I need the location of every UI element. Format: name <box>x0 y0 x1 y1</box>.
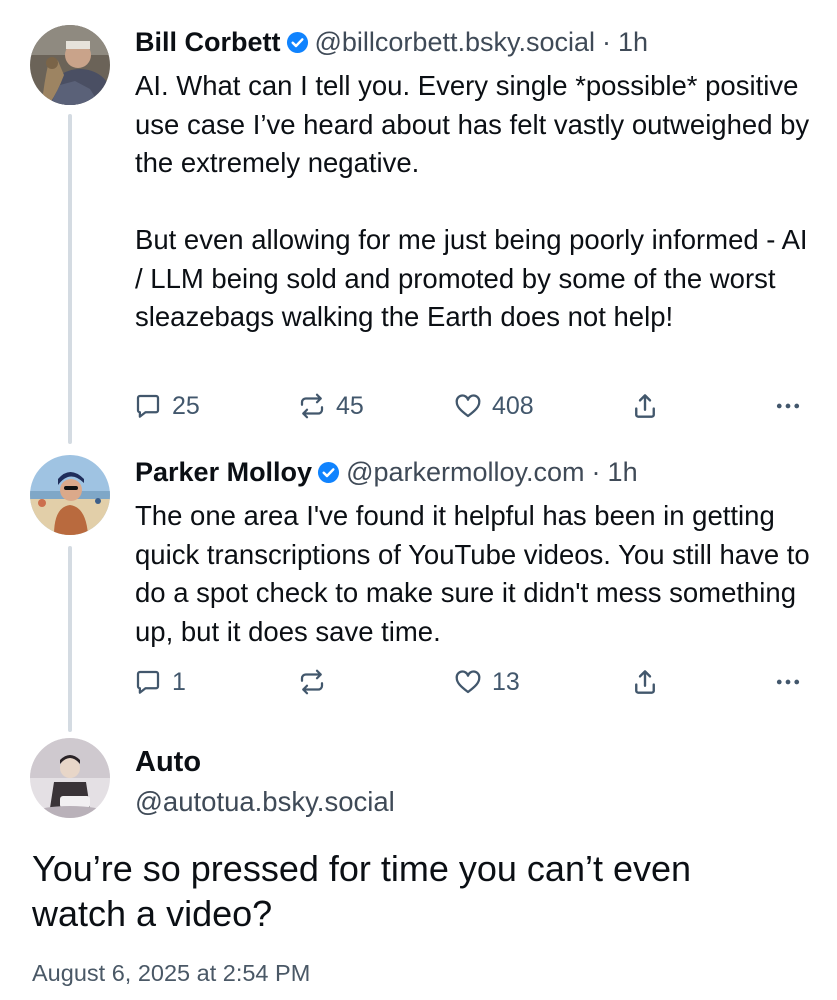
repost-icon <box>300 669 324 695</box>
ellipsis-icon <box>776 679 800 685</box>
main-post-text: You’re so pressed for time you can’t eve… <box>32 848 692 934</box>
post-header: Parker Molloy @parkermolloy.com · 1h <box>135 455 638 489</box>
repost-button[interactable] <box>297 665 336 699</box>
repost-count: 45 <box>336 391 364 420</box>
author-handle[interactable]: @parkermolloy.com <box>346 455 584 489</box>
verified-check-icon <box>317 461 340 484</box>
reply-button[interactable]: 1 <box>133 665 186 699</box>
share-icon <box>635 394 655 418</box>
reply-icon <box>136 394 160 418</box>
share-button[interactable] <box>630 389 660 423</box>
like-button[interactable]: 13 <box>453 665 520 699</box>
post-actions: 1 13 <box>133 665 813 699</box>
more-options-button[interactable] <box>773 665 803 699</box>
author-name[interactable]: Parker Molloy <box>135 455 312 489</box>
repost-button[interactable]: 45 <box>297 389 364 423</box>
like-button[interactable]: 408 <box>453 389 534 423</box>
more-options-button[interactable] <box>773 389 803 423</box>
reply-icon <box>136 670 160 694</box>
post-timestamp: August 6, 2025 at 2:54 PM <box>32 960 311 986</box>
reply-count: 1 <box>172 667 186 696</box>
post-actions: 25 45 408 <box>133 389 813 423</box>
avatar[interactable] <box>30 738 110 818</box>
ellipsis-icon <box>776 403 800 409</box>
thread-line <box>68 546 72 732</box>
thread-post[interactable]: Bill Corbett @billcorbett.bsky.social · … <box>0 0 837 440</box>
share-button[interactable] <box>630 665 660 699</box>
author-handle[interactable]: @billcorbett.bsky.social <box>315 25 596 59</box>
avatar[interactable] <box>30 455 110 535</box>
reply-count: 25 <box>172 391 200 420</box>
post-header: Bill Corbett @billcorbett.bsky.social · … <box>135 25 648 59</box>
author-handle[interactable]: @autotua.bsky.social <box>135 784 395 820</box>
reply-button[interactable]: 25 <box>133 389 200 423</box>
post-text: The one area I've found it helpful has b… <box>135 500 818 647</box>
separator-dot: · <box>591 457 601 487</box>
post-text: AI. What can I tell you. Every single *p… <box>135 70 810 332</box>
post-time[interactable]: 1h <box>618 25 648 59</box>
share-icon <box>635 670 655 694</box>
like-count: 408 <box>492 391 534 420</box>
author-name[interactable]: Bill Corbett <box>135 25 281 59</box>
separator-dot: · <box>602 27 612 57</box>
post-time[interactable]: 1h <box>608 455 638 489</box>
repost-icon <box>300 393 324 419</box>
avatar[interactable] <box>30 25 110 105</box>
author-name[interactable]: Auto <box>135 744 201 780</box>
heart-icon <box>455 394 481 418</box>
verified-check-icon <box>286 31 309 54</box>
heart-icon <box>455 670 481 694</box>
like-count: 13 <box>492 667 520 696</box>
